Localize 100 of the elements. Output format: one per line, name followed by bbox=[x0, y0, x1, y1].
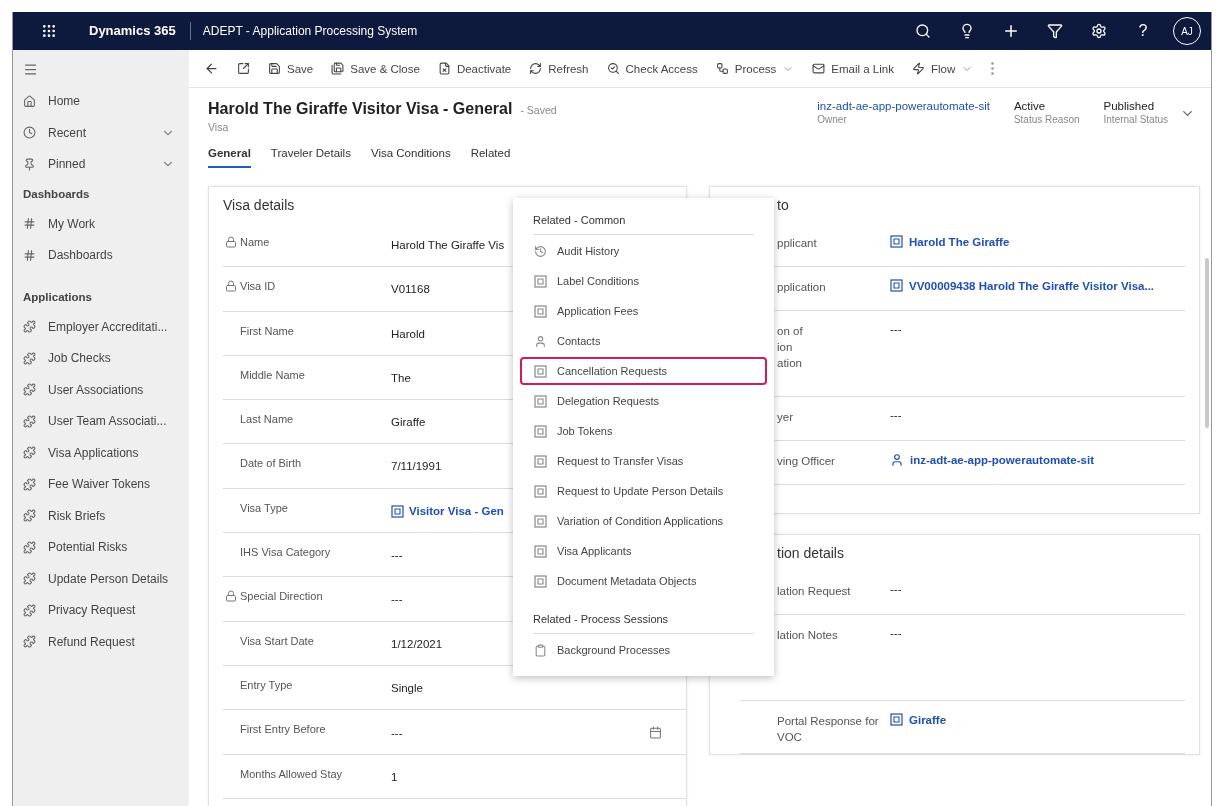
toolbar-button[interactable]: Refresh bbox=[520, 52, 598, 85]
field-label: Middle Name bbox=[240, 368, 305, 381]
search-icon bbox=[915, 23, 931, 39]
menu-item[interactable]: Job Tokens bbox=[520, 417, 767, 445]
toolbar-button[interactable]: Email a Link bbox=[803, 52, 903, 85]
field-label: Date of Birth bbox=[240, 457, 302, 470]
field-label: Months Allowed Stay bbox=[240, 767, 343, 780]
record-icon bbox=[890, 279, 903, 292]
field-label: pplication bbox=[776, 280, 827, 295]
toolbar-button[interactable]: Save bbox=[259, 52, 323, 85]
field-value: 1 bbox=[391, 770, 398, 783]
product-name: Dynamics 365 bbox=[71, 22, 191, 40]
menu-item[interactable]: Cancellation Requests bbox=[520, 357, 767, 385]
puzzle-icon bbox=[23, 446, 36, 460]
menu-item[interactable]: Audit History bbox=[520, 237, 767, 265]
lightbulb-icon bbox=[959, 23, 975, 39]
record-icon bbox=[890, 713, 903, 726]
sidebar-item[interactable]: My Work bbox=[13, 208, 189, 240]
sidebar-item[interactable]: User Associations bbox=[13, 374, 189, 406]
puzzle-icon bbox=[23, 509, 36, 523]
menu-item[interactable]: Document Metadata Objects bbox=[520, 567, 767, 595]
calendar-icon[interactable] bbox=[649, 726, 662, 740]
entity-name: Visa bbox=[208, 121, 230, 133]
record-icon bbox=[391, 504, 404, 518]
tab[interactable]: Related bbox=[470, 147, 511, 168]
sidebar-item[interactable]: Fee Waiver Tokens bbox=[13, 468, 189, 500]
field-label: Last Name bbox=[240, 413, 294, 426]
menu-item[interactable]: Application Fees bbox=[520, 297, 767, 325]
tab[interactable]: Traveler Details bbox=[270, 147, 351, 168]
sidebar-item[interactable]: Risk Briefs bbox=[13, 500, 189, 532]
lookup-link[interactable]: Visitor Visa - Gen bbox=[409, 505, 504, 518]
field-label: Visa Type bbox=[240, 501, 288, 514]
menu-item[interactable]: Request to Update Person Details bbox=[520, 477, 767, 505]
menu-item[interactable]: Contacts bbox=[520, 327, 767, 355]
field-label: lation Notes bbox=[776, 628, 839, 643]
sidebar-item[interactable]: Update Person Details bbox=[13, 563, 189, 595]
lookup-link[interactable]: VV00009438 Harold The Giraffe Visitor Visa... bbox=[909, 279, 1155, 292]
person-icon bbox=[534, 334, 547, 348]
field-label: Name bbox=[240, 236, 270, 248]
sidebar-item[interactable]: Home bbox=[13, 85, 189, 117]
menu-heading: Related - Common bbox=[533, 208, 754, 235]
sidebar-item[interactable]: Recent bbox=[13, 117, 189, 149]
sidebar-item[interactable]: Dashboards bbox=[13, 239, 189, 271]
lookup-link[interactable]: inz-adt-ae-app-powerautomate-sit bbox=[910, 454, 1094, 466]
lock-icon bbox=[225, 280, 237, 293]
field-value: Giraffe bbox=[391, 416, 426, 429]
menu-item[interactable]: Background Processes bbox=[520, 636, 767, 664]
record-icon bbox=[890, 235, 903, 248]
sidebar-item[interactable]: User Team Associati... bbox=[13, 405, 189, 437]
record-icon bbox=[534, 544, 547, 558]
field-label: First Name bbox=[240, 324, 294, 337]
puzzle-icon bbox=[23, 383, 36, 397]
app-name: ADEPT - Application Processing System bbox=[201, 24, 419, 38]
sidebar-item[interactable]: Privacy Request bbox=[13, 594, 189, 626]
record-icon bbox=[534, 574, 547, 588]
sidebar-item[interactable]: Pinned bbox=[13, 148, 189, 180]
menu-item[interactable]: Variation of Condition Applications bbox=[520, 507, 767, 535]
help-button[interactable]: ? bbox=[1121, 12, 1165, 50]
field-label: Special Direction bbox=[240, 590, 323, 603]
lookup-link[interactable]: Giraffe bbox=[909, 713, 947, 726]
sidebar-item[interactable]: Employer Accreditati... bbox=[13, 311, 189, 343]
puzzle-icon bbox=[23, 477, 36, 491]
sidebar-item[interactable]: Visa Applications bbox=[13, 437, 189, 469]
puzzle-icon bbox=[23, 603, 36, 617]
sidebar-item[interactable]: Job Checks bbox=[13, 342, 189, 374]
lock-icon bbox=[225, 590, 237, 603]
owner-link[interactable]: inz-adt-ae-app-powerautomate-sit bbox=[817, 100, 990, 112]
field-value: --- bbox=[890, 409, 902, 421]
field-value: --- bbox=[391, 593, 403, 606]
toolbar-button[interactable]: Save & Close bbox=[322, 52, 429, 85]
lock-icon bbox=[225, 236, 237, 248]
field-label: IHS Visa Category bbox=[240, 546, 331, 559]
puzzle-icon bbox=[23, 540, 36, 554]
header-label: Status Reason bbox=[1013, 114, 1080, 125]
toolbar-button[interactable]: Check Access bbox=[597, 52, 707, 85]
menu-heading: Related - Process Sessions bbox=[533, 607, 754, 634]
grid-icon bbox=[23, 248, 36, 262]
sidebar-item[interactable]: Refund Request bbox=[13, 626, 189, 658]
home-icon bbox=[23, 94, 36, 108]
pin-icon bbox=[23, 157, 36, 171]
tab[interactable]: Visa Conditions bbox=[370, 147, 451, 168]
field-label: yer bbox=[776, 410, 794, 425]
record-icon bbox=[534, 304, 547, 318]
menu-item[interactable]: Delegation Requests bbox=[520, 387, 767, 415]
field-value: --- bbox=[391, 549, 403, 562]
toolbar-button[interactable]: Deactivate bbox=[428, 52, 521, 85]
clock-icon bbox=[23, 126, 36, 140]
sidebar-item[interactable]: Potential Risks bbox=[13, 531, 189, 563]
settings-icon bbox=[1091, 23, 1107, 39]
toolbar-button[interactable]: Flow bbox=[902, 52, 983, 85]
document-icon bbox=[437, 62, 451, 75]
menu-item[interactable]: Visa Applicants bbox=[520, 537, 767, 565]
field-label: First Entry Before bbox=[240, 723, 326, 736]
back-icon bbox=[204, 61, 219, 76]
toolbar-button[interactable]: Process bbox=[706, 52, 804, 85]
menu-item[interactable]: Label Conditions bbox=[520, 267, 767, 295]
lookup-link[interactable]: Harold The Giraffe bbox=[909, 235, 1010, 248]
save-all-icon bbox=[331, 62, 345, 75]
section-title: Visa details bbox=[223, 197, 295, 213]
menu-item[interactable]: Request to Transfer Visas bbox=[520, 447, 767, 475]
